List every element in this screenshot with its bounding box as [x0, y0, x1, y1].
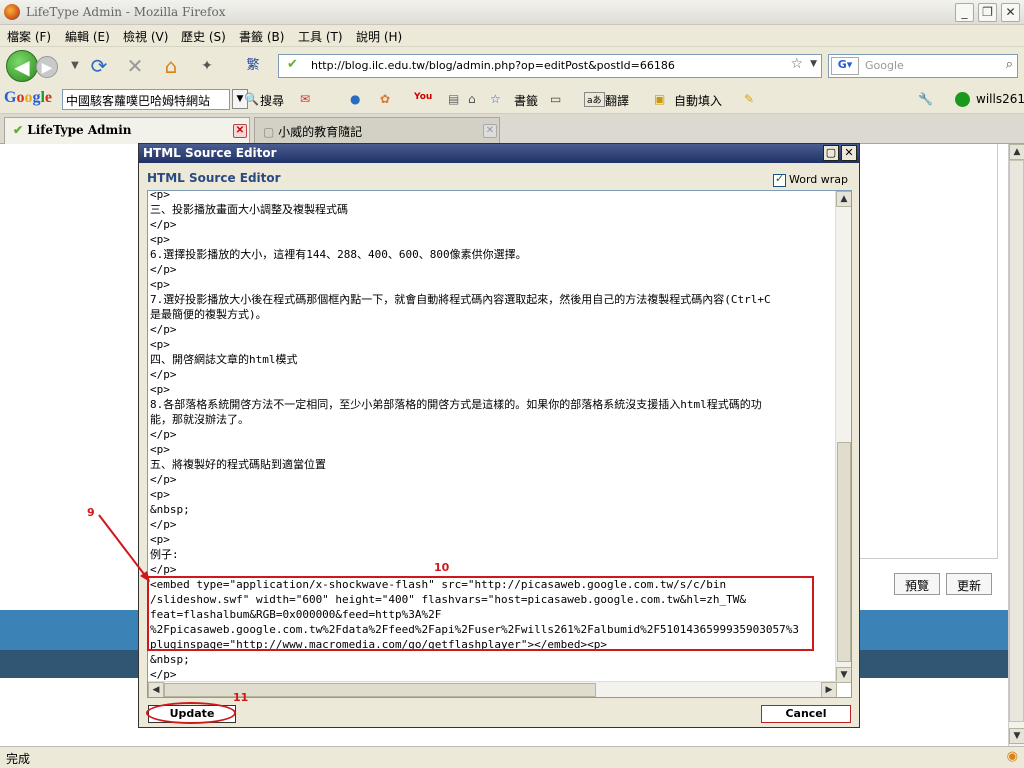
- status-bar: 完成 ◉: [0, 746, 1024, 768]
- annotation-10: 10: [434, 561, 450, 574]
- status-text: 完成: [6, 752, 31, 766]
- annotation-9: 9: [87, 506, 95, 519]
- annotation-arrow: [98, 514, 150, 582]
- firefox-status-icon: ◉: [1006, 749, 1018, 764]
- annotation-11: 11: [233, 691, 249, 704]
